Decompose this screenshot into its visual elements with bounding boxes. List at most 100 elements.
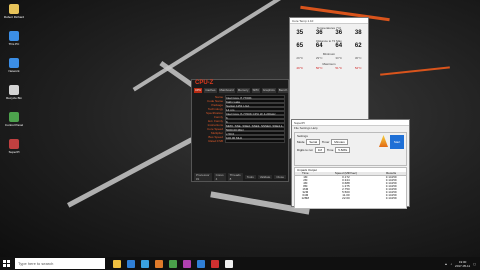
taskbar-apps: [113, 259, 233, 268]
tj-values: 65 64 64 62: [290, 43, 368, 50]
digits-select[interactable]: 1M: [314, 147, 326, 153]
taskbar-app-icon[interactable]: [169, 259, 177, 268]
app-icon: [9, 139, 19, 149]
timer-label: Timer: [321, 140, 330, 144]
threads-label: Threads 8: [227, 172, 243, 181]
desktop-icon-label: Robert Richard: [3, 15, 25, 19]
temp-value: 52°C: [354, 66, 362, 70]
validate-button[interactable]: Validate: [257, 174, 273, 179]
timer-select[interactable]: Minutes: [331, 139, 348, 145]
taskbar-app-icon[interactable]: [155, 259, 163, 268]
temp-value: 29°C: [296, 56, 304, 60]
cores-label: Cores 4: [213, 172, 226, 181]
temp-value: 38: [354, 30, 362, 36]
time-value: 5.828s: [335, 147, 351, 153]
cpuz-row-label: Rated FSB: [208, 139, 223, 143]
settings-group: Settings Mode Serial Timer Minutes Digit…: [294, 132, 407, 166]
desktop-icon-label: Network: [8, 69, 20, 73]
settings-label: Settings: [297, 134, 308, 138]
temp-value: 51°C: [335, 66, 343, 70]
desktop-icon[interactable]: Control Panel: [2, 112, 26, 127]
app-icon: [9, 58, 19, 68]
cpuz-row: Rated FSB: [195, 139, 285, 143]
start-button[interactable]: Start: [390, 135, 404, 149]
temp-value: 35: [296, 30, 304, 36]
desktop-icon-label: Recycle Bin: [6, 96, 22, 100]
taskbar-app-icon[interactable]: [197, 259, 205, 268]
taskbar: Type here to search ▲ ♪ 19:00 2017-05-11…: [0, 257, 480, 270]
tab-mainboard[interactable]: Mainboard: [218, 88, 235, 93]
taskbar-app-icon[interactable]: [113, 259, 121, 268]
min-values: 29°C 29°C 30°C 30°C: [290, 56, 368, 60]
tab-graphics[interactable]: Graphics: [261, 88, 276, 93]
desktop-icon[interactable]: SuperPI: [2, 139, 26, 154]
tab-spd[interactable]: SPD: [251, 88, 260, 93]
wallpaper-stripe: [67, 137, 193, 208]
table-row: 128M 22.00 3.14159: [295, 197, 406, 200]
temp-value: 62: [354, 43, 362, 49]
max-values: 49°C 50°C 51°C 52°C: [290, 66, 368, 70]
start-button[interactable]: [0, 257, 13, 270]
clock-date: 2017-05-11: [455, 263, 471, 268]
desktop-background: Robert Richard This PC Network Recycle Bin C…: [0, 0, 480, 257]
system-tray: ▲ ♪ 19:00 2017-05-11 ▢: [445, 260, 480, 268]
notification-icon[interactable]: ▢: [473, 262, 476, 266]
wallpaper-accent: [380, 66, 450, 76]
taskbar-app-icon[interactable]: [127, 259, 135, 268]
superpi-window[interactable]: SuperPI File Settings Help Settings Mode…: [291, 119, 410, 209]
app-icon: [9, 112, 19, 122]
temp-value: 29°C: [315, 56, 323, 60]
tab-cpu[interactable]: CPU: [194, 88, 203, 93]
table-cell: 3.14159: [385, 196, 397, 200]
desktop-icon[interactable]: Robert Richard: [2, 4, 26, 19]
superpi-menu[interactable]: File Settings Help: [292, 126, 409, 131]
tools-button[interactable]: Tools: [244, 174, 256, 179]
core-temps: 35 36 36 38: [290, 30, 368, 37]
taskbar-app-icon[interactable]: [141, 259, 149, 268]
close-button[interactable]: Close: [274, 174, 286, 179]
coretemp-title: Core Temp 1.10: [290, 18, 368, 24]
desktop-icon[interactable]: Recycle Bin: [2, 85, 26, 100]
clock[interactable]: 19:00 2017-05-11: [455, 260, 470, 268]
temp-value: 36: [315, 30, 323, 36]
temp-value: 65: [296, 43, 304, 49]
tab-caches[interactable]: Caches: [204, 88, 217, 93]
search-box[interactable]: Type here to search: [15, 258, 105, 269]
output-panel: Unpack Output Time Speed (MiP/sec) Results…: [294, 167, 407, 209]
temp-value: 30°C: [335, 56, 343, 60]
taskbar-app-icon[interactable]: [183, 259, 191, 268]
mode-select[interactable]: Serial: [306, 139, 321, 145]
desktop-icon[interactable]: Network: [2, 58, 26, 73]
desktop-icon-label: SuperPI: [8, 150, 20, 154]
search-placeholder: Type here to search: [18, 261, 54, 266]
desktop-icon-label: Control Panel: [4, 123, 24, 127]
temp-value: 36: [335, 30, 343, 36]
network-icon[interactable]: ▲: [445, 262, 448, 266]
cpuz-row-value: [225, 139, 285, 143]
processor-select[interactable]: Processor #1: [194, 172, 212, 181]
cpuz-window[interactable]: CPU-Z CPU Caches Mainboard Memory SPD Graphic…: [191, 79, 301, 182]
time-label: Time: [326, 148, 334, 152]
cpuz-tabs[interactable]: CPU Caches Mainboard Memory SPD Graphics Bench…: [192, 88, 301, 93]
desktop-icon-label: This PC: [8, 42, 20, 46]
mode-label: Mode: [297, 140, 305, 144]
cpuz-footer: Processor #1 Cores 4 Threads 8 Tools Val…: [194, 172, 286, 181]
table-cell: 22.00: [342, 196, 350, 200]
taskbar-app-icon[interactable]: [211, 259, 219, 268]
cpuz-title: CPU-Z: [195, 80, 214, 86]
temp-value: 50°C: [315, 66, 323, 70]
tab-memory[interactable]: Memory: [236, 88, 250, 93]
tab-bench[interactable]: Bench: [277, 88, 289, 93]
desktop-icon[interactable]: This PC: [2, 31, 26, 46]
temp-value: 64: [315, 43, 323, 49]
output-table: Time Speed (MiP/sec) Results 1M 0.172 3.1415…: [295, 172, 406, 200]
app-icon: [9, 4, 19, 14]
temp-value: 30°C: [354, 56, 362, 60]
taskbar-app-icon[interactable]: [225, 259, 233, 268]
wallpaper-stripe: [132, 0, 288, 92]
app-icon: [9, 85, 19, 95]
app-icon: [9, 31, 19, 41]
temp-value: 49°C: [296, 66, 304, 70]
digits-label: Digits to run: [297, 148, 314, 152]
volume-icon[interactable]: ♪: [451, 262, 453, 266]
